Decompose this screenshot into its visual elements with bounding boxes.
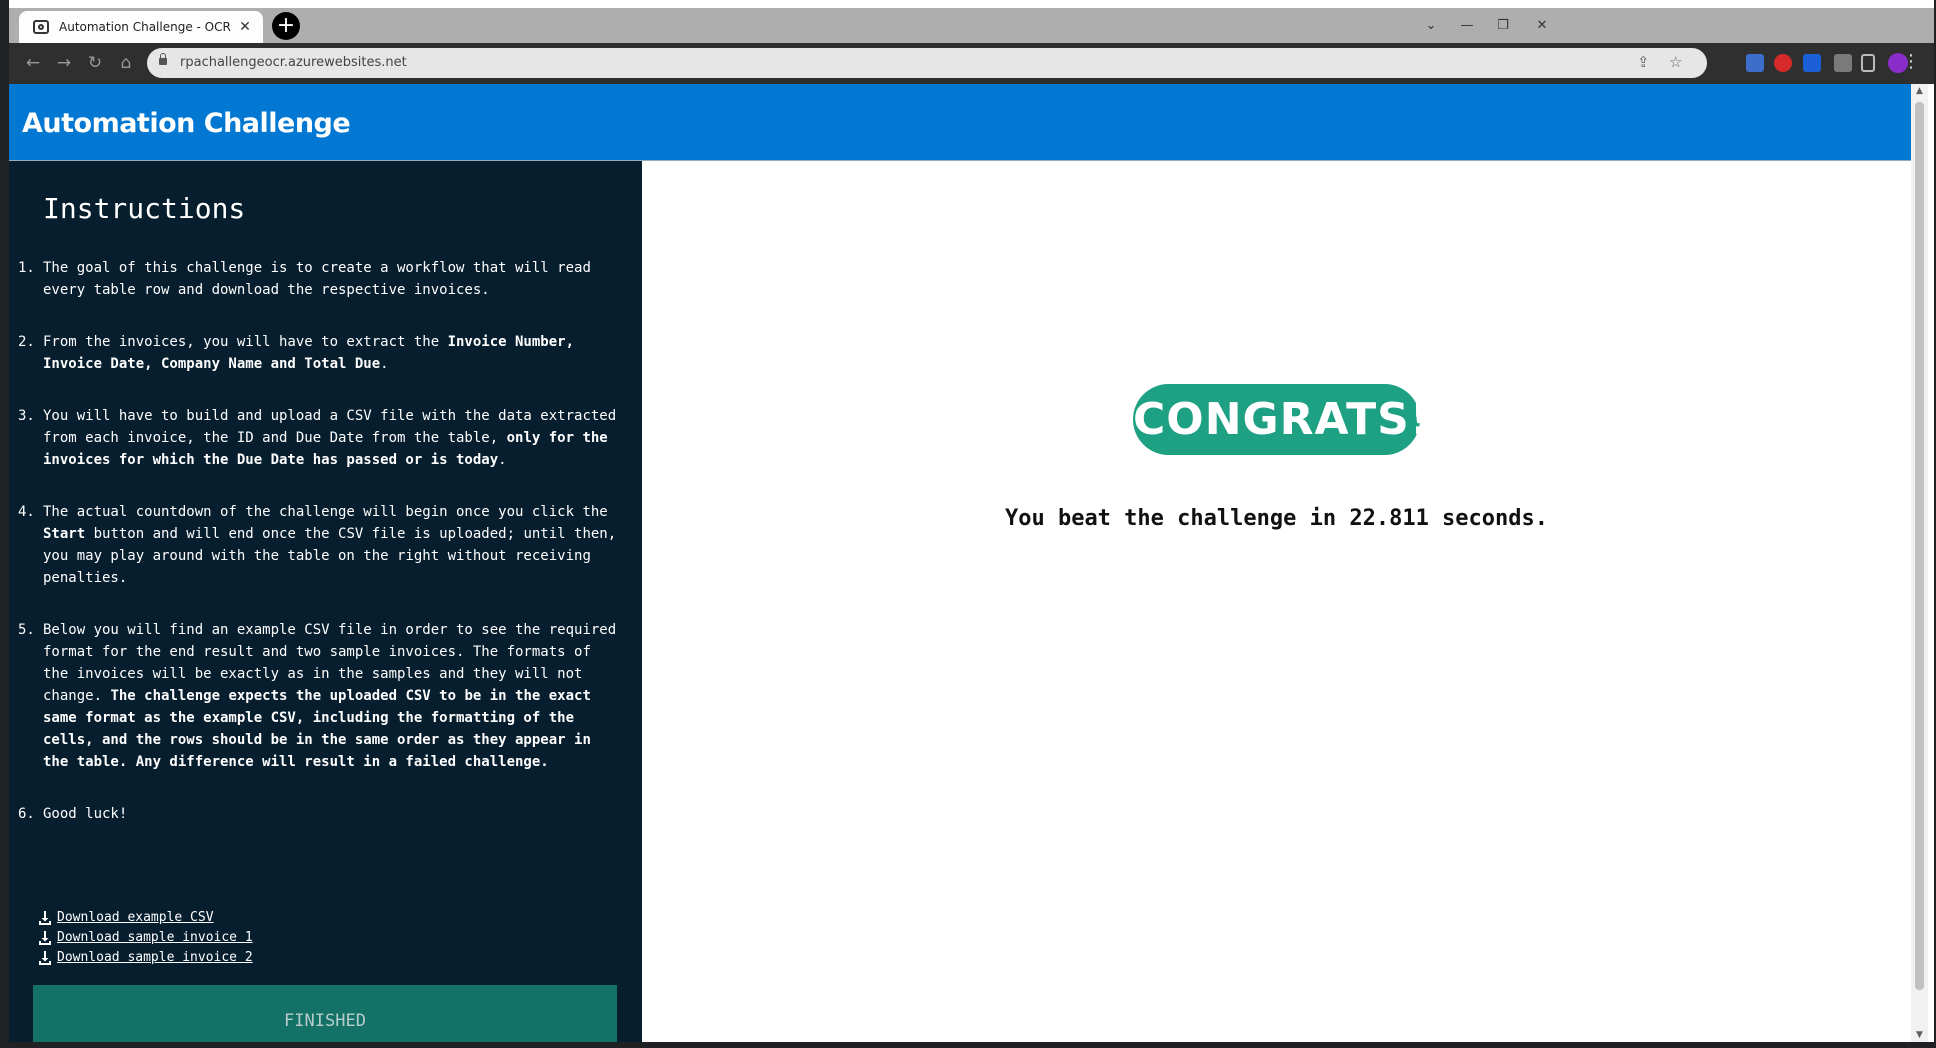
instruction-item: 1. The goal of this challenge is to crea… [18,257,623,301]
download-links: Download example CSV Download sample inv… [39,905,253,965]
instruction-number: 2. [18,334,35,350]
instruction-number: 1. [18,260,35,276]
instructions-sidebar: Instructions 1. The goal of this challen… [9,161,642,1042]
instruction-item: 6. Good luck! [18,803,623,825]
minimize-button[interactable]: — [1449,12,1485,40]
share-icon[interactable]: ⇪ [1637,53,1650,71]
url-text[interactable]: rpachallengeocr.azurewebsites.net [180,55,407,70]
instruction-number: 6. [18,806,35,822]
instruction-number: 3. [18,408,35,424]
scrollbar-thumb[interactable] [1915,102,1924,990]
scroll-down-icon[interactable]: ▼ [1911,1028,1928,1042]
instruction-item: 3. You will have to build and upload a C… [18,405,623,471]
new-tab-button[interactable]: + [272,12,300,40]
tab-search-icon[interactable]: ⌄ [1413,12,1449,40]
back-icon[interactable]: ← [21,51,45,75]
download-link-label[interactable]: Download sample invoice 2 [57,950,253,965]
instruction-text: Good luck! [43,806,128,822]
download-link-label[interactable]: Download example CSV [57,910,214,925]
browser-toolbar: ← → ↻ ⌂ rpachallengeocr.azurewebsites.ne… [9,43,1934,84]
instruction-text: Below you will find an example CSV file … [43,622,617,770]
browser-titlebar: Automation Challenge - OCR ✕ + ⌄ — ❐ ✕ [9,8,1934,43]
tab-title: Automation Challenge - OCR [59,20,231,34]
download-icon [39,951,51,965]
app-title: Automation Challenge [22,108,351,139]
app-header: Automation Challenge [9,84,1911,160]
instruction-number: 4. [18,504,35,520]
download-sample-invoice-1-link[interactable]: Download sample invoice 1 [39,925,253,945]
extensions-puzzle-icon[interactable] [1834,54,1852,72]
close-window-button[interactable]: ✕ [1524,12,1560,40]
side-panel-icon[interactable] [1861,54,1875,72]
download-icon [39,931,51,945]
download-example-csv-link[interactable]: Download example CSV [39,905,253,925]
address-bar[interactable]: rpachallengeocr.azurewebsites.net ⇪ ☆ [147,48,1707,78]
page-scrollbar[interactable]: ▲ ▼ [1911,84,1928,1042]
instruction-text: From the invoices, you will have to extr… [43,334,575,372]
instruction-text: The actual countdown of the challenge wi… [43,504,617,586]
instructions-title: Instructions [43,192,246,225]
browser-menu-icon[interactable]: ⋮ [1902,52,1920,72]
lock-icon[interactable] [159,53,167,65]
instruction-item: 4. The actual countdown of the challenge… [18,501,623,589]
instruction-text: You will have to build and upload a CSV … [43,408,617,468]
instructions-list: 1. The goal of this challenge is to crea… [18,257,623,855]
home-icon[interactable]: ⌂ [114,51,138,75]
extension-red-icon[interactable] [1774,54,1792,72]
download-icon [39,911,51,925]
result-message: You beat the challenge in 22.811 seconds… [1004,506,1549,531]
instruction-number: 5. [18,622,35,638]
instruction-item: 5. Below you will find an example CSV fi… [18,619,623,773]
uipath-extension-icon[interactable] [1803,54,1821,72]
instruction-text: The goal of this challenge is to create … [43,260,591,298]
window-frame-left [0,0,9,1048]
instruction-item: 2. From the invoices, you will have to e… [18,331,623,375]
restore-button[interactable]: ❐ [1485,12,1521,40]
scroll-up-icon[interactable]: ▲ [1911,84,1928,98]
finished-button[interactable]: FINISHED [33,985,617,1042]
result-panel: CONGRATS! You beat the challenge in 22.8… [642,161,1911,1042]
download-link-label[interactable]: Download sample invoice 1 [57,930,253,945]
window-frame-bottom [0,1042,1936,1048]
translate-extension-icon[interactable] [1746,54,1764,72]
congrats-badge: CONGRATS! [1133,384,1430,455]
site-favicon-icon [33,20,49,34]
browser-tab[interactable]: Automation Challenge - OCR ✕ [19,11,263,43]
reload-icon[interactable]: ↻ [83,51,107,75]
forward-icon[interactable]: → [52,51,76,75]
download-sample-invoice-2-link[interactable]: Download sample invoice 2 [39,945,253,965]
tab-close-icon[interactable]: ✕ [235,17,255,37]
bookmark-star-icon[interactable]: ☆ [1669,53,1682,71]
